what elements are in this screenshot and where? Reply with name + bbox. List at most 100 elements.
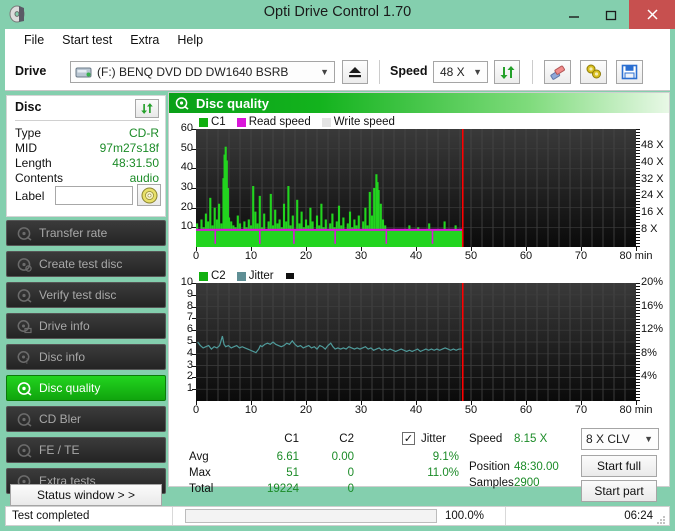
status-message: Test completed: [12, 510, 90, 522]
sidebar-item-label: Transfer rate: [39, 226, 108, 240]
disc-row-length: Length 48:31.50: [15, 156, 159, 171]
sidebar-item-disc-quality[interactable]: Disc quality: [6, 375, 166, 401]
jitter-checkbox[interactable]: ✓: [402, 432, 415, 445]
legend-swatch: [199, 117, 208, 127]
stats-row-avg-label: Avg: [189, 451, 209, 463]
drive-select[interactable]: (F:) BENQ DVD DD DW1640 BSRB ▼: [70, 61, 335, 83]
main-panel-header: Disc quality: [169, 93, 669, 113]
tick-mark: [196, 247, 197, 251]
menu-item-extra[interactable]: Extra: [121, 31, 168, 49]
speed-label: Speed: [390, 64, 428, 78]
tick-mark: [416, 247, 417, 251]
tick-mark: [306, 401, 307, 405]
menu-item-help[interactable]: Help: [168, 31, 212, 49]
resize-grip[interactable]: [656, 512, 666, 524]
settings-button[interactable]: [580, 60, 607, 84]
tick-mark: [192, 227, 196, 229]
toolbar-separator-2: [532, 60, 533, 84]
sidebar-item-create-test-disc[interactable]: Create test disc: [6, 251, 166, 277]
stats-max-jitter: 11.0%: [427, 467, 459, 479]
c2-plot-ytick: 3: [186, 358, 193, 371]
sidebar-item-label: Create test disc: [39, 257, 123, 271]
tick-mark: [192, 389, 196, 391]
maximize-button[interactable]: [592, 0, 629, 29]
speed-select[interactable]: 48 X ▼: [433, 61, 488, 83]
save-icon: [621, 64, 638, 80]
minimize-button[interactable]: [555, 0, 592, 29]
c2-plot-xtick: 60: [519, 404, 533, 416]
close-button[interactable]: [629, 0, 675, 29]
sidebar-item-verify-test-disc[interactable]: Verify test disc: [6, 282, 166, 308]
tick-mark: [361, 401, 362, 405]
eject-button[interactable]: [342, 60, 368, 84]
c1-plot-ruler: [636, 129, 641, 247]
save-button[interactable]: [616, 60, 643, 84]
sidebar-item-disc-info[interactable]: i Disc info: [6, 344, 166, 370]
menu-item-start-test[interactable]: Start test: [53, 31, 121, 49]
disc-refresh-button[interactable]: [135, 99, 159, 118]
disc-row-type: Type CD-R: [15, 126, 159, 141]
refresh-button[interactable]: [494, 60, 520, 84]
legend-item-write-speed: Write speed: [321, 116, 395, 128]
sidebar-item-label: Drive info: [39, 319, 90, 333]
disc-fete-icon: [13, 443, 35, 458]
tick-mark: [192, 306, 196, 308]
c2-plot-xtick: 20: [299, 404, 313, 416]
c2-plot-ytick: 2: [186, 370, 193, 383]
speed-stat-value: 8.15 X: [514, 433, 548, 445]
c1-plot-xtick: 80 min: [619, 250, 653, 262]
tick-mark: [306, 247, 307, 251]
c2-plot-xtick: 50: [464, 404, 478, 416]
disc-panel-divider: [15, 120, 159, 121]
disc-info-icon: i: [13, 350, 35, 365]
stats-header-c2: C2: [339, 433, 354, 445]
tick-mark: [192, 377, 196, 379]
legend-item-c2: C2: [199, 270, 226, 282]
stats-avg-jitter: 9.1%: [432, 451, 459, 463]
drive-value: (F:) BENQ DVD DD DW1640 BSRB: [97, 65, 289, 79]
c1-chart-plot[interactable]: [196, 129, 636, 247]
stats-total-c2: 0: [347, 483, 354, 495]
sidebar-item-cd-bler[interactable]: CD Bler: [6, 406, 166, 432]
chevron-down-icon: ▼: [473, 67, 482, 77]
drive-icon: [75, 65, 92, 79]
tick-mark: [192, 330, 196, 332]
c2-plot-y2tick: 12%: [641, 323, 664, 336]
disc-row-value: 48:31.50: [112, 156, 159, 170]
tick-mark: [192, 353, 196, 355]
legend-label: C1: [211, 116, 226, 128]
main-panel: Disc quality C1 Read speed Write speed C…: [168, 92, 670, 502]
status-window-button[interactable]: Status window > >: [10, 484, 162, 506]
c2-chart-plot[interactable]: [196, 283, 636, 401]
start-part-button[interactable]: Start part: [581, 480, 657, 502]
disc-row-key: Length: [15, 156, 52, 170]
tick-mark: [192, 318, 196, 320]
c1-plot-xtick: 60: [519, 250, 533, 262]
progress-bar: [185, 509, 437, 523]
disc-label-button[interactable]: [137, 184, 161, 206]
erase-button[interactable]: [544, 60, 571, 84]
c2-plot-y2tick: 16%: [641, 299, 664, 312]
toolbar-separator-1: [379, 60, 380, 84]
app-window: Opti Drive Control 1.70 File Start test …: [0, 0, 675, 531]
tick-mark: [251, 247, 252, 251]
menu-item-file[interactable]: File: [15, 31, 53, 49]
disc-test-icon: [13, 226, 35, 241]
c2-chart-legend: C2 Jitter: [199, 270, 294, 282]
c2-plot-ytick: 6: [186, 323, 193, 336]
elapsed-time: 06:24: [624, 510, 653, 522]
c1-plot-xtick: 70: [574, 250, 588, 262]
tick-mark: [192, 148, 196, 150]
c1-plot-xtick: 20: [299, 250, 313, 262]
tick-mark: [192, 283, 196, 284]
sidebar-item-transfer-rate[interactable]: Transfer rate: [6, 220, 166, 246]
tick-mark: [192, 188, 196, 189]
sidebar-item-fe-te[interactable]: FE / TE: [6, 437, 166, 463]
write-mode-select[interactable]: 8 X CLV ▼: [581, 428, 659, 450]
sidebar-item-drive-info[interactable]: Drive info: [6, 313, 166, 339]
disc-row-value: 97m27s18f: [99, 141, 159, 155]
start-full-button[interactable]: Start full: [581, 455, 657, 477]
refresh-icon: [500, 65, 514, 79]
disc-label-input[interactable]: [55, 186, 133, 205]
disc-label-caption: Label: [15, 189, 55, 204]
